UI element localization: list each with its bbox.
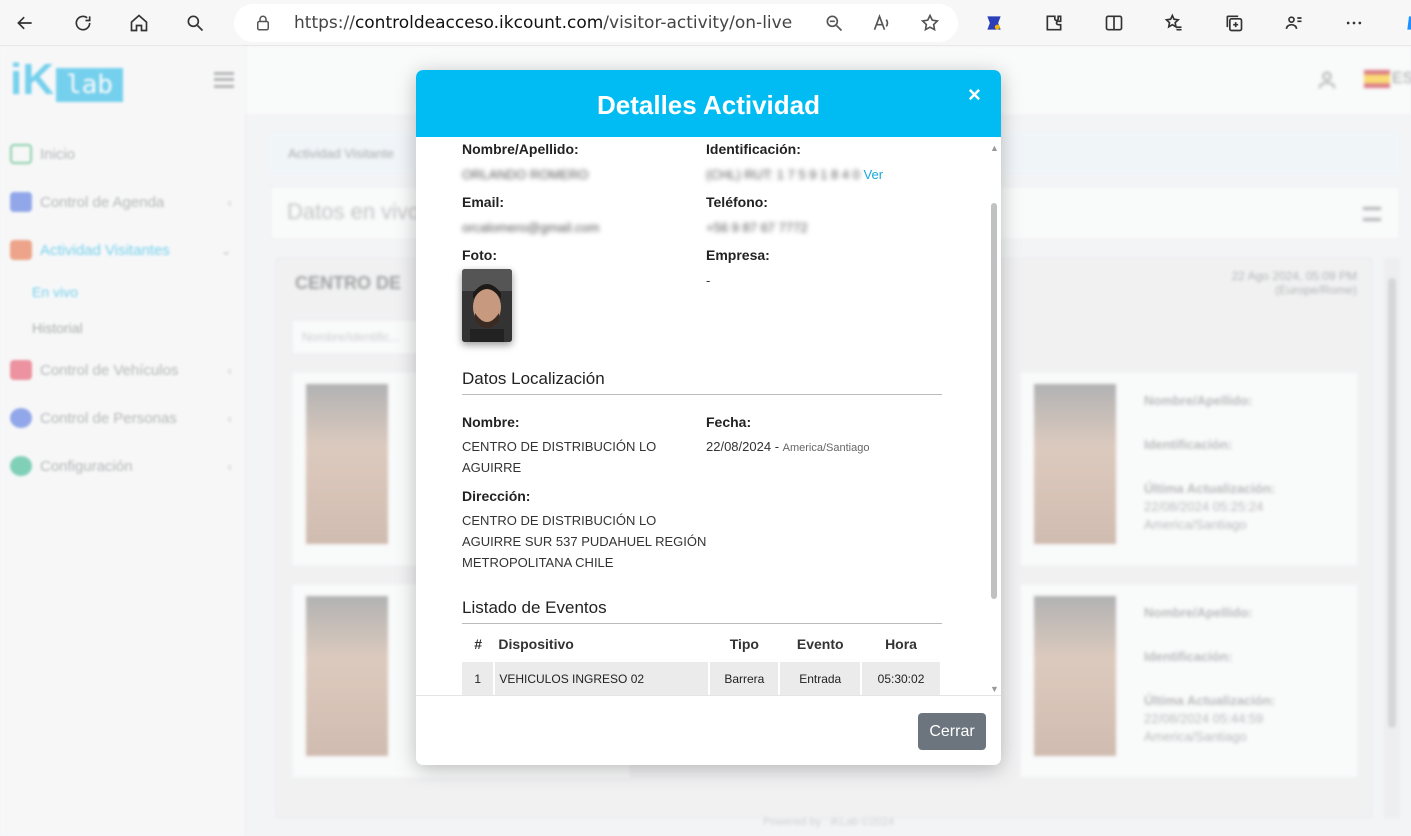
browser-toolbar: https://controldeacceso.ikcount.com/visi…: [0, 0, 1411, 46]
lock-icon[interactable]: [254, 14, 272, 32]
phone-value: +56 9 87 67 7772: [706, 220, 808, 235]
column-header-device: Dispositivo: [498, 636, 574, 652]
photo-label: Foto:: [462, 247, 497, 263]
cell-time: 05:30:02: [861, 662, 942, 696]
zoom-icon[interactable]: [824, 13, 844, 33]
email-label: Email:: [462, 194, 505, 210]
more-options-icon[interactable]: [1335, 4, 1373, 42]
close-icon[interactable]: ×: [968, 82, 981, 108]
company-label: Empresa:: [706, 247, 770, 263]
location-name-label: Nombre:: [462, 414, 520, 430]
scroll-up-icon[interactable]: ▲: [990, 143, 999, 153]
url-text: https://controldeacceso.ikcount.com/visi…: [294, 13, 793, 33]
location-name-value: CENTRO DE DISTRIBUCIÓN LO AGUIRRE: [462, 439, 657, 475]
modal-title: Detalles Actividad: [596, 90, 820, 120]
favorite-star-icon[interactable]: [920, 13, 940, 33]
address-label: Dirección:: [462, 488, 531, 504]
divider: [462, 623, 942, 624]
back-icon[interactable]: [6, 4, 44, 42]
name-value: ORLANDO ROMERO: [462, 167, 589, 182]
identification-label: Identificación:: [706, 141, 801, 157]
modal-scrollbar[interactable]: ▲ ▼: [988, 141, 1000, 696]
refresh-icon[interactable]: [64, 4, 102, 42]
location-section-title: Datos Localización: [462, 369, 605, 388]
name-label: Nombre/Apellido:: [462, 141, 579, 157]
close-button[interactable]: Cerrar: [918, 713, 986, 750]
email-value: orcalomero@gmail.com: [462, 220, 600, 235]
date-value: 22/08/2024 - America/Santiago: [706, 439, 870, 454]
cell-event: Entrada: [779, 662, 863, 696]
scroll-down-icon[interactable]: ▼: [990, 684, 999, 694]
cell-type: Barrera: [709, 662, 781, 696]
home-icon[interactable]: [120, 4, 158, 42]
profile-share-icon[interactable]: [1275, 4, 1313, 42]
events-table: # Dispositivo Tipo Evento Hora 1 VEHICUL…: [462, 626, 942, 696]
table-row: 1 VEHICULOS INGRESO 02 Barrera Entrada 0…: [462, 662, 942, 696]
column-header-type: Tipo: [729, 636, 759, 652]
column-header-event: Evento: [796, 636, 844, 652]
copilot-icon[interactable]: [1395, 4, 1411, 42]
favorites-icon[interactable]: [1155, 4, 1193, 42]
search-icon[interactable]: [176, 4, 214, 42]
date-label: Fecha:: [706, 414, 752, 430]
modal-footer: Cerrar: [416, 695, 1001, 765]
modal-header: Detalles Actividad ×: [416, 70, 1001, 137]
scrollbar-thumb[interactable]: [991, 203, 997, 599]
visitor-photo[interactable]: [462, 269, 512, 342]
identification-value: (CHL) RUT: 1 7 5 9 1 8 4 0 Ver: [706, 167, 884, 182]
address-value: CENTRO DE DISTRIBUCIÓN LO AGUIRRE SUR 53…: [462, 513, 707, 570]
modal-body: Nombre/Apellido: ORLANDO ROMERO Identifi…: [416, 137, 1001, 695]
company-value: -: [706, 273, 711, 288]
split-screen-icon[interactable]: [1095, 4, 1133, 42]
column-header-num: #: [474, 636, 483, 652]
column-header-time: Hora: [885, 636, 917, 652]
see-identification-link[interactable]: Ver: [864, 167, 884, 182]
collections-icon[interactable]: [1215, 4, 1253, 42]
activity-details-modal: Detalles Actividad × Nombre/Apellido: OR…: [416, 70, 1001, 765]
cell-num: 1: [462, 662, 496, 696]
phone-label: Teléfono:: [706, 194, 768, 210]
table-header-row: # Dispositivo Tipo Evento Hora: [462, 626, 941, 662]
address-bar[interactable]: https://controldeacceso.ikcount.com/visi…: [234, 4, 958, 42]
extensions-icon[interactable]: [1035, 4, 1073, 42]
divider: [462, 394, 942, 395]
cell-device: VEHICULOS INGRESO 02: [494, 662, 711, 696]
extension-shield-icon[interactable]: [975, 4, 1013, 42]
read-aloud-icon[interactable]: [872, 13, 892, 33]
events-section-title: Listado de Eventos: [462, 598, 607, 617]
